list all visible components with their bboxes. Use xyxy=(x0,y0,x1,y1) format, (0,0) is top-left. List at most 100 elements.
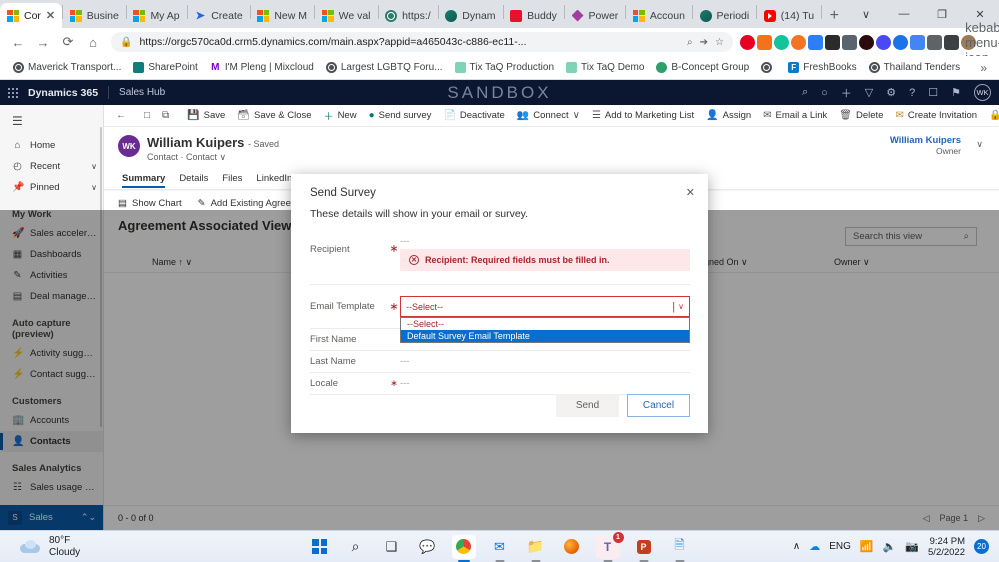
close-icon[interactable]: ✕ xyxy=(686,186,695,199)
reload-button[interactable]: ⟳ xyxy=(57,31,79,53)
bookmark-item[interactable]: Tix TaQ Demo xyxy=(561,60,649,75)
browser-tab-12[interactable]: (14) Tu xyxy=(757,3,821,28)
browser-tab-3[interactable]: ➤ Create xyxy=(187,3,250,28)
minimize-button[interactable]: — xyxy=(885,8,923,20)
search-icon[interactable]: ⌕ xyxy=(802,86,808,99)
browser-tab-0[interactable]: Cor ✕ xyxy=(0,3,63,28)
field-value[interactable]: --- xyxy=(400,378,690,389)
show-chart-button[interactable]: ▤ Show Chart xyxy=(118,198,182,209)
field-value[interactable]: --- xyxy=(400,356,690,367)
tour-icon[interactable]: ⚑ xyxy=(951,86,961,99)
task-view-button[interactable]: ❑ xyxy=(380,535,404,559)
browser-tab-1[interactable]: Busine xyxy=(63,3,126,28)
bookmark-item[interactable]: Thailand Tenders xyxy=(864,60,966,75)
assistant-icon[interactable]: ○ xyxy=(821,87,828,99)
connect-button[interactable]: 👥 Connect ∨ xyxy=(511,105,586,126)
dropdown-option[interactable]: Default Survey Email Template xyxy=(401,330,689,342)
browser-tab-8[interactable]: Buddy xyxy=(503,3,564,28)
new-button[interactable]: ＋ New xyxy=(318,105,363,126)
keywords-extension[interactable] xyxy=(859,34,874,50)
screenshot-extension[interactable] xyxy=(944,34,959,50)
notepad-button[interactable]: 🗎 xyxy=(668,535,692,562)
chrome-button[interactable] xyxy=(451,534,476,562)
app-launcher-icon[interactable] xyxy=(8,87,18,98)
bookmark-item[interactable]: Largest LGBTQ Foru... xyxy=(321,60,448,75)
form-selector-button[interactable]: □ xyxy=(138,105,156,126)
tab-search-button[interactable]: ∨ xyxy=(847,8,885,21)
start-button[interactable] xyxy=(308,535,332,559)
bookmark-item[interactable]: Maverick Transport... xyxy=(8,60,126,75)
assign-button[interactable]: 👤 Assign xyxy=(700,105,757,126)
home-button[interactable]: ⌂ xyxy=(82,31,104,53)
contacts-extension[interactable] xyxy=(808,34,823,50)
browser-tab-9[interactable]: Power xyxy=(565,3,626,28)
tab-summary[interactable]: Summary xyxy=(122,173,166,188)
help-icon[interactable]: ? xyxy=(909,87,915,99)
browser-tab-5[interactable]: We val xyxy=(315,3,378,28)
change-password-button[interactable]: 🔒Change Password xyxy=(983,105,999,126)
chevron-down-icon[interactable]: ∨ xyxy=(678,302,684,311)
browser-tab-7[interactable]: Dynam xyxy=(438,3,502,28)
chevron-down-icon[interactable]: ∨ xyxy=(91,183,97,192)
bookmark-item[interactable]: Tix TaQ Production xyxy=(450,60,559,75)
browser-tab-2[interactable]: My Ap xyxy=(126,3,186,28)
owner-name[interactable]: William Kuipers xyxy=(890,135,961,146)
star-icon[interactable]: ☆ xyxy=(715,37,724,48)
brand-label[interactable]: Dynamics 365 xyxy=(28,87,98,99)
checkmark-extension[interactable] xyxy=(893,34,908,50)
save-and-close-button[interactable]: 🗃 Save & Close xyxy=(231,105,317,126)
send-button[interactable]: Send xyxy=(556,394,619,417)
browser-tab-6[interactable]: https:/ xyxy=(378,3,438,28)
chevron-down-icon[interactable]: ∨ xyxy=(573,110,580,121)
grammarly-extension[interactable] xyxy=(774,34,789,50)
teams-chat-button[interactable]: 💬 xyxy=(416,535,440,559)
feedback-icon[interactable]: ☐ xyxy=(928,86,938,99)
sidebar-item-home[interactable]: ⌂ Home xyxy=(0,135,103,156)
browser-tab-10[interactable]: Accoun xyxy=(626,3,692,28)
hunter-extension[interactable] xyxy=(791,34,806,50)
share-icon[interactable]: ➔ xyxy=(700,37,708,48)
outlook-button[interactable]: ✉ xyxy=(488,535,512,562)
pinterest-extension[interactable] xyxy=(740,34,755,50)
tab-details[interactable]: Details xyxy=(179,173,208,184)
email-a-link-button[interactable]: ✉ Email a Link xyxy=(757,105,833,126)
new-tab-button[interactable]: + xyxy=(822,7,847,25)
puzzle-extension[interactable] xyxy=(927,34,942,50)
sidebar-item-recent[interactable]: ◴ Recent ∨ xyxy=(0,156,103,177)
cancel-button[interactable]: Cancel xyxy=(627,394,690,417)
analytics-extension[interactable] xyxy=(757,34,772,50)
kebab-menu-icon[interactable]: kebab-menu-icon xyxy=(965,20,999,65)
tab-files[interactable]: Files xyxy=(222,173,242,184)
create-invitation-button[interactable]: ✉ Create Invitation xyxy=(889,105,983,126)
forward-button[interactable]: → xyxy=(32,31,54,53)
browser-tab-11[interactable]: Periodi xyxy=(693,3,757,28)
mailtracker-extension[interactable] xyxy=(825,34,840,50)
close-icon[interactable]: ✕ xyxy=(46,9,55,22)
send-survey-button[interactable]: ● Send survey xyxy=(363,105,438,126)
maximize-button[interactable]: ❐ xyxy=(923,8,961,21)
delete-button[interactable]: 🗑 Delete xyxy=(833,105,889,126)
bookmark-item[interactable]: SharePoint xyxy=(128,60,202,75)
address-bar[interactable]: 🔒 https://orgc570ca0d.crm5.dynamics.com/… xyxy=(111,32,733,52)
avatar[interactable]: WK xyxy=(974,84,991,101)
back-button[interactable]: ← xyxy=(7,31,29,53)
bookmark-item[interactable]: F FreshBooks xyxy=(783,60,861,75)
settings-icon[interactable]: ⚙ xyxy=(886,86,896,99)
search-taskbar-button[interactable]: ⌕ xyxy=(344,535,368,559)
email-template-select[interactable]: --Select-- | ∨ xyxy=(400,296,690,317)
sitemap-collapse-button[interactable]: ☰ xyxy=(0,105,103,135)
app-name-label[interactable]: Sales Hub xyxy=(119,87,165,98)
quick-create-icon[interactable]: ＋ xyxy=(841,85,852,101)
file-explorer-button[interactable]: 📁 xyxy=(524,535,548,562)
deactivate-button[interactable]: 📄 Deactivate xyxy=(437,105,510,126)
chevron-down-icon[interactable]: ∨ xyxy=(976,139,983,150)
dropdown-option[interactable]: --Select-- xyxy=(401,318,689,330)
bookmark-item[interactable] xyxy=(756,60,781,75)
chevron-down-icon[interactable]: ∨ xyxy=(91,162,97,171)
save-button[interactable]: 💾 Save xyxy=(181,105,231,126)
back-button[interactable]: ← xyxy=(110,105,132,126)
translate-extension[interactable] xyxy=(910,34,925,50)
popout-button[interactable]: ⧉ xyxy=(156,105,175,126)
sidebar-item-pinned[interactable]: 📌 Pinned ∨ xyxy=(0,177,103,198)
bookmark-item[interactable]: B-Concept Group xyxy=(651,60,754,75)
